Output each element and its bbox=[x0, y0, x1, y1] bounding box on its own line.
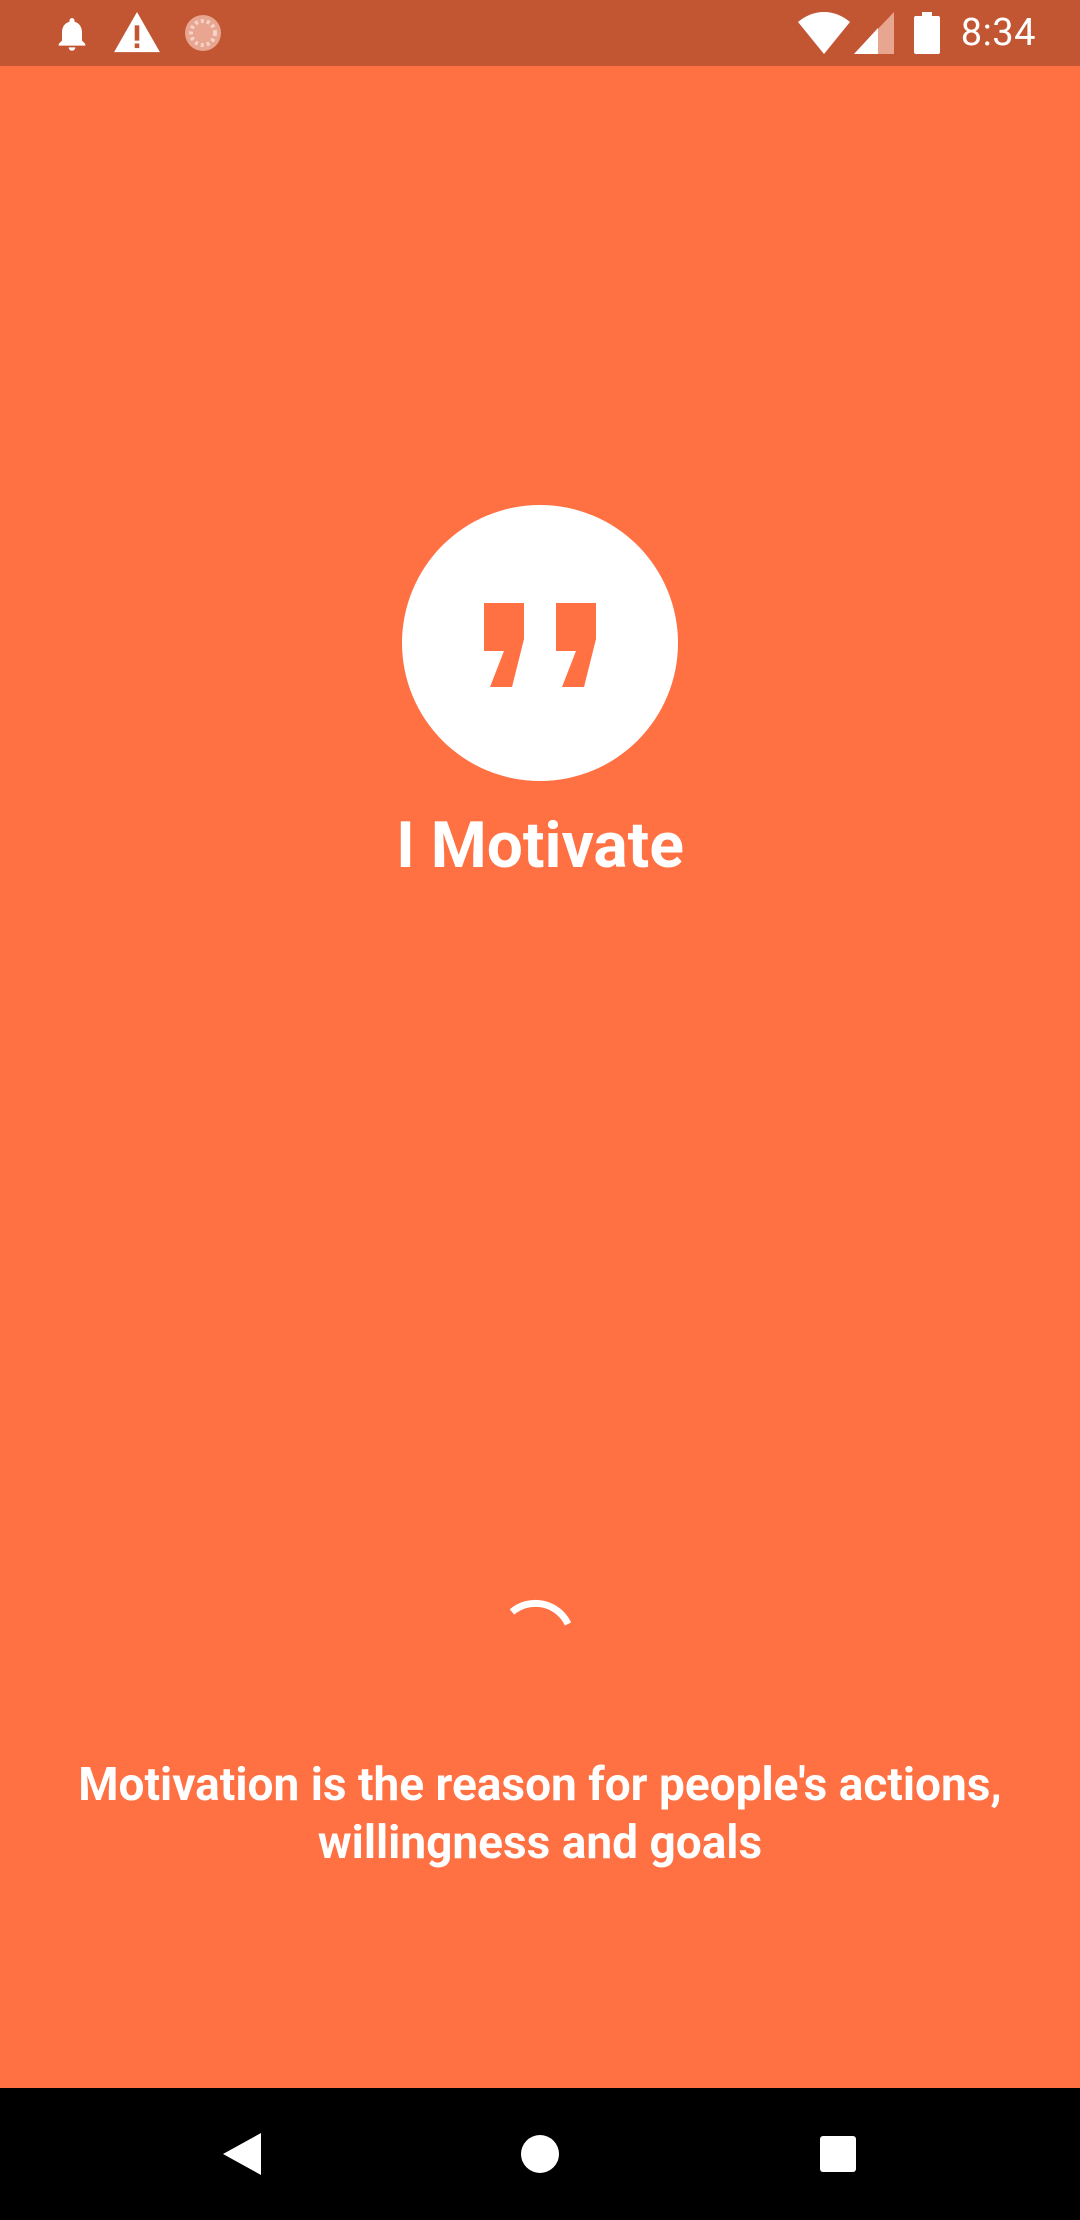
status-time: 8:34 bbox=[960, 11, 1036, 55]
bell-icon bbox=[52, 14, 92, 58]
splash-screen: 8:34 I Motivate Motivation is the reason… bbox=[0, 0, 1080, 2220]
app-logo bbox=[402, 505, 678, 781]
recents-icon bbox=[820, 2136, 856, 2172]
home-icon bbox=[521, 2135, 559, 2173]
quote-icon bbox=[484, 603, 596, 687]
home-button[interactable] bbox=[470, 2088, 610, 2220]
loading-spinner-icon bbox=[509, 1599, 572, 1626]
wifi-icon bbox=[798, 12, 850, 58]
cell-signal-icon bbox=[854, 12, 894, 58]
navigation-bar bbox=[0, 2088, 1080, 2220]
tagline: Motivation is the reason for people's ac… bbox=[78, 1758, 1002, 1870]
battery-icon bbox=[914, 12, 940, 58]
app-title: I Motivate bbox=[396, 808, 684, 883]
warning-icon bbox=[114, 12, 160, 58]
back-icon bbox=[223, 2133, 261, 2175]
sync-icon bbox=[182, 12, 224, 58]
back-button[interactable] bbox=[172, 2088, 312, 2220]
recents-button[interactable] bbox=[768, 2088, 908, 2220]
status-bar: 8:34 bbox=[0, 0, 1080, 66]
